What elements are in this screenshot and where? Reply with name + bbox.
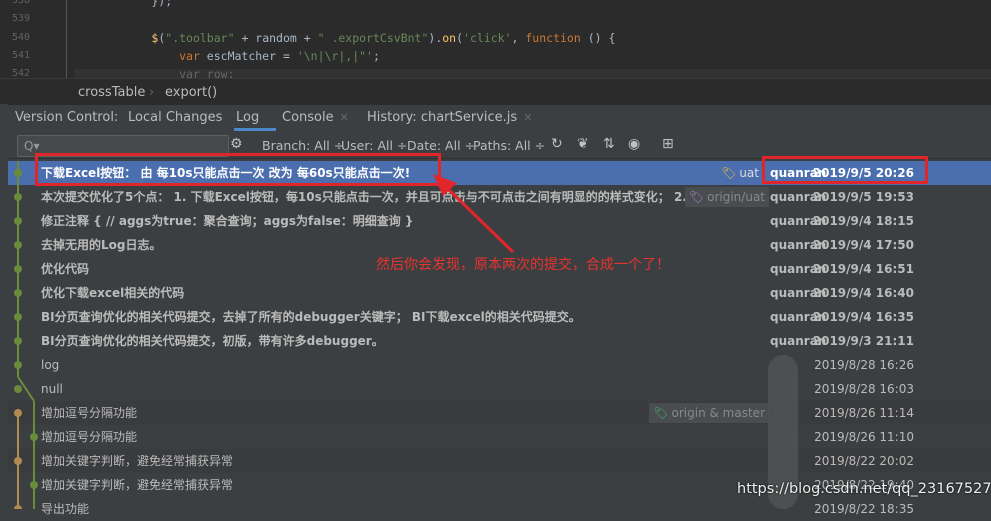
arrow-line	[443, 184, 515, 254]
watermark: https://blog.csdn.net/qq_23167527	[737, 481, 991, 497]
annotation-text: 然后你会发现，原本两次的提交，合成一个了！	[376, 257, 670, 273]
